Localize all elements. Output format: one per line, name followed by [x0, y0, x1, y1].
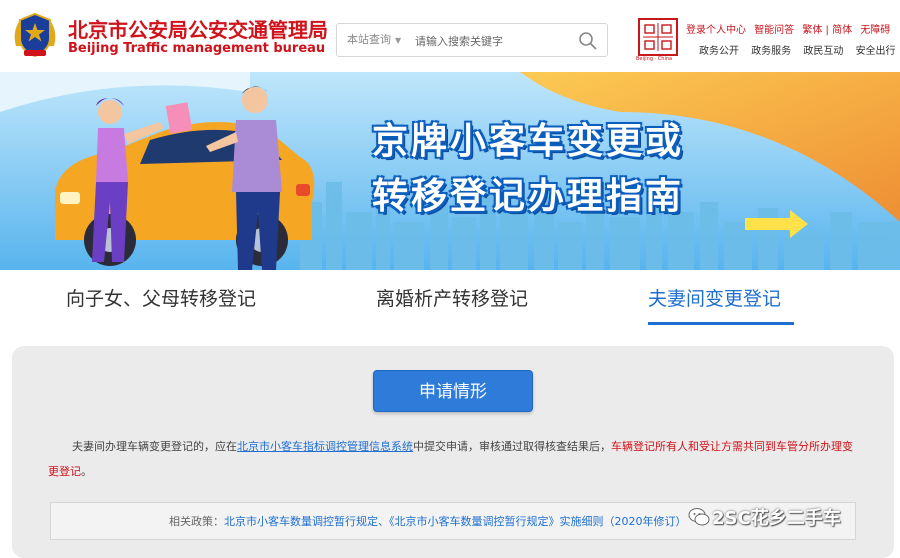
policy-label: 相关政策： [169, 515, 224, 528]
para-text-2: 中提交申请，审核通过取得核查结果后， [413, 440, 611, 453]
nav-item-interaction[interactable]: 政民互动 [803, 46, 843, 57]
wechat-icon [688, 508, 710, 526]
search-scope-select[interactable]: 本站查询 ▼ [337, 24, 411, 56]
quota-system-link[interactable]: 北京市小客车指标调控管理信息系统 [237, 440, 413, 453]
main-nav: 政务公开 政务服务 政民互动 安全出行 [699, 42, 900, 57]
search-bar: 本站查询 ▼ [336, 23, 608, 57]
nav-item-gov-affairs[interactable]: 政务公开 [699, 46, 739, 57]
seal-caption: Beijing · China [636, 56, 673, 62]
top-link-language[interactable]: 繁体 | 简体 [802, 25, 852, 36]
top-links: 登录个人中心 智能问答 繁体 | 简体 无障碍 [686, 21, 895, 36]
policy-links[interactable]: 北京市小客车数量调控暂行规定、《北京市小客车数量调控暂行规定》实施细则（2020… [224, 515, 687, 528]
nav-item-gov-services[interactable]: 政务服务 [751, 46, 791, 57]
banner-title-line2: 转移登记办理指南 [372, 176, 685, 217]
tab-divorce-transfer[interactable]: 离婚析产转移登记 [376, 284, 528, 311]
hero-banner: 京牌小客车变更或 转移登记办理指南 [0, 72, 900, 270]
para-text-1: 夫妻间办理车辆变更登记的，应在 [72, 440, 237, 453]
banner-title-line1: 京牌小客车变更或 [372, 121, 685, 162]
application-description: 夫妻间办理车辆变更登记的，应在北京市小客车指标调控管理信息系统中提交申请，审核通… [48, 434, 860, 484]
guide-tabs: 向子女、父母转移登记 离婚析产转移登记 夫妻间变更登记 [0, 270, 900, 328]
chevron-down-icon: ▼ [395, 36, 402, 45]
section-title-badge: 申请情形 [373, 370, 533, 412]
capital-seal-logo-icon [638, 18, 678, 56]
top-link-smart-qa[interactable]: 智能问答 [754, 25, 794, 36]
para-text-end: 。 [81, 465, 92, 478]
nav-item-safe-travel[interactable]: 安全出行 [856, 46, 896, 57]
site-name-english[interactable]: Beijing Traffic management bureau [68, 41, 325, 56]
search-input[interactable] [413, 28, 567, 54]
site-name[interactable]: 北京市公安局公安交通管理局 [68, 14, 328, 43]
search-icon[interactable] [577, 30, 599, 52]
tab-spouse-change[interactable]: 夫妻间变更登记 [648, 284, 781, 311]
active-tab-indicator [648, 322, 794, 325]
watermark: 2SC花乡二手车 [688, 504, 841, 534]
police-emblem-icon[interactable] [10, 10, 60, 60]
top-link-login[interactable]: 登录个人中心 [686, 25, 746, 36]
top-link-accessibility[interactable]: 无障碍 [860, 25, 890, 36]
tab-transfer-to-children-parents[interactable]: 向子女、父母转移登记 [66, 284, 256, 311]
search-scope-label: 本站查询 [347, 33, 391, 46]
watermark-text: 2SC花乡二手车 [712, 508, 841, 529]
site-header: 北京市公安局公安交通管理局 Beijing Traffic management… [0, 0, 900, 73]
